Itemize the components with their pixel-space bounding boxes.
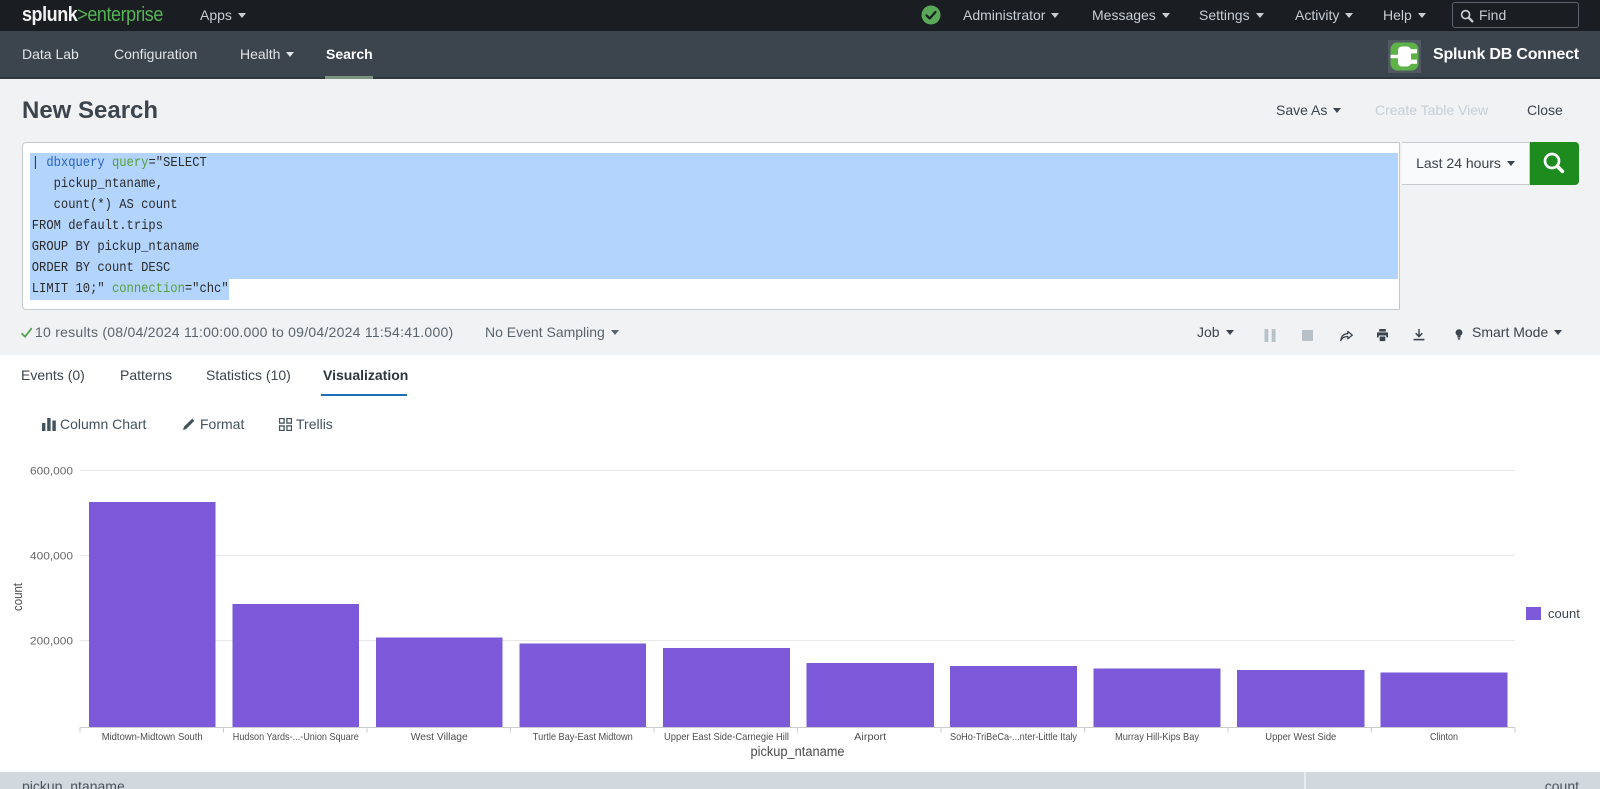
svg-text:Hudson Yards-...-Union Square: Hudson Yards-...-Union Square: [233, 731, 359, 743]
svg-text:Turtle Bay-East Midtown: Turtle Bay-East Midtown: [533, 731, 633, 743]
svg-text:West Village: West Village: [411, 731, 468, 743]
svg-text:Upper West Side: Upper West Side: [1265, 731, 1336, 743]
svg-text:600,000: 600,000: [30, 466, 73, 478]
svg-text:400,000: 400,000: [30, 551, 73, 563]
svg-text:count: count: [10, 583, 25, 611]
svg-text:Airport: Airport: [854, 731, 886, 743]
svg-text:Midtown-Midtown South: Midtown-Midtown South: [102, 731, 203, 743]
svg-text:pickup_ntaname: pickup_ntaname: [751, 744, 845, 759]
svg-text:SoHo-TriBeCa-...nter-Little It: SoHo-TriBeCa-...nter-Little Italy: [950, 731, 1078, 743]
svg-text:Clinton: Clinton: [1430, 731, 1458, 743]
svg-text:Upper East Side-Carnegie Hill: Upper East Side-Carnegie Hill: [664, 731, 789, 743]
svg-text:200,000: 200,000: [30, 636, 73, 648]
svg-text:Murray Hill-Kips Bay: Murray Hill-Kips Bay: [1115, 731, 1200, 743]
svg-text:count: count: [1548, 606, 1580, 621]
